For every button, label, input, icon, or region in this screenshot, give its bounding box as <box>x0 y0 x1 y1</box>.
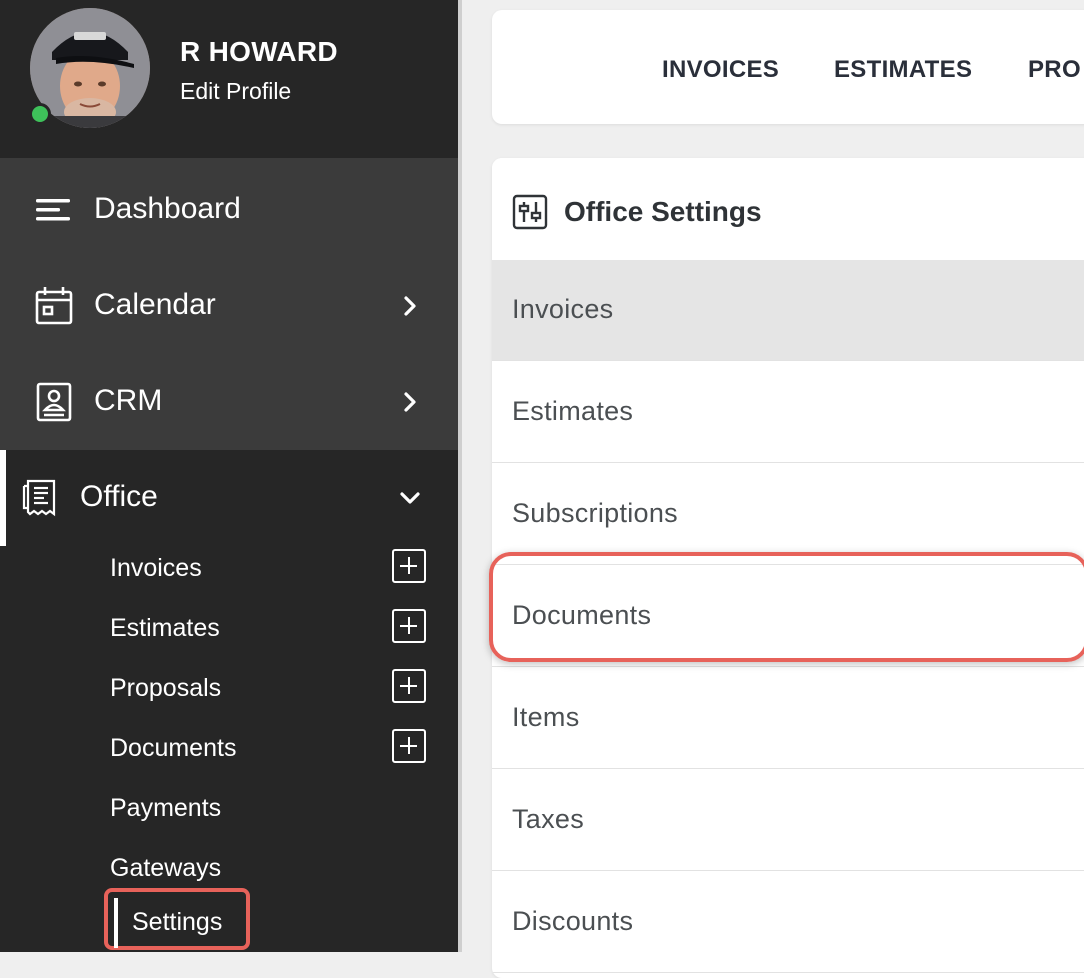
sidebar-item-office[interactable]: Office <box>0 450 458 546</box>
office-settings-card: Office Settings Invoices Estimates Subsc… <box>492 158 1084 978</box>
sidebar-item-label: CRM <box>94 384 163 417</box>
nav-top-section: Dashboard Calendar CRM <box>0 158 458 450</box>
receipt-icon <box>20 478 60 518</box>
chevron-right-icon <box>396 388 424 416</box>
row-label: Taxes <box>512 804 585 834</box>
sidebar-subitem-proposals[interactable]: Proposals <box>110 666 440 712</box>
online-status-dot <box>29 103 51 125</box>
contact-book-icon <box>34 382 74 422</box>
settings-row-documents[interactable]: Documents <box>492 566 1084 667</box>
subitem-label: Gateways <box>110 854 222 882</box>
settings-row-items[interactable]: Items <box>492 668 1084 769</box>
settings-row-subscriptions[interactable]: Subscriptions <box>492 464 1084 565</box>
profile-header: R HOWARD Edit Profile <box>0 0 458 158</box>
sidebar-item-calendar[interactable]: Calendar <box>0 258 458 354</box>
sliders-icon <box>512 194 548 230</box>
settings-row-estimates[interactable]: Estimates <box>492 362 1084 463</box>
row-label: Invoices <box>512 294 614 324</box>
sidebar-subitem-payments[interactable]: Payments <box>110 786 440 832</box>
edit-profile-link[interactable]: Edit Profile <box>180 78 291 105</box>
add-document-icon[interactable] <box>392 729 426 763</box>
sidebar: R HOWARD Edit Profile Dashboard Calendar… <box>0 0 458 952</box>
card-header: Office Settings <box>492 158 1084 261</box>
tab-proposals[interactable]: PRO <box>1028 56 1081 84</box>
row-label: Estimates <box>512 396 634 426</box>
chevron-right-icon <box>396 292 424 320</box>
add-estimate-icon[interactable] <box>392 609 426 643</box>
card-title: Office Settings <box>564 196 762 227</box>
active-indicator <box>114 898 118 948</box>
row-label: Documents <box>512 600 652 630</box>
top-tab-bar: INVOICES ESTIMATES PRO <box>492 10 1084 124</box>
subitem-label: Invoices <box>110 554 202 582</box>
add-proposal-icon[interactable] <box>392 669 426 703</box>
menu-lines-icon <box>34 190 74 230</box>
chevron-down-icon <box>396 484 424 512</box>
row-label: Subscriptions <box>512 498 678 528</box>
sidebar-item-label: Calendar <box>94 288 216 321</box>
active-indicator <box>0 450 6 546</box>
tab-estimates[interactable]: ESTIMATES <box>834 56 972 84</box>
profile-name: R HOWARD <box>180 36 338 67</box>
subitem-label: Estimates <box>110 614 220 642</box>
sidebar-divider <box>458 0 462 952</box>
sidebar-subitem-invoices[interactable]: Invoices <box>110 546 440 592</box>
sidebar-subitem-settings[interactable]: Settings <box>132 908 222 937</box>
sidebar-item-label: Dashboard <box>94 192 241 225</box>
settings-row-taxes[interactable]: Taxes <box>492 770 1084 871</box>
settings-row-discounts[interactable]: Discounts <box>492 872 1084 973</box>
add-invoice-icon[interactable] <box>392 549 426 583</box>
tab-invoices[interactable]: INVOICES <box>662 56 779 84</box>
sidebar-subitem-gateways[interactable]: Gateways <box>110 846 440 892</box>
subitem-label: Documents <box>110 734 237 762</box>
row-label: Items <box>512 702 580 732</box>
sidebar-subitem-documents[interactable]: Documents <box>110 726 440 772</box>
settings-row-invoices[interactable]: Invoices <box>492 260 1084 361</box>
calendar-icon <box>34 286 74 326</box>
sidebar-item-crm[interactable]: CRM <box>0 354 458 450</box>
sidebar-item-label: Office <box>80 480 158 513</box>
sidebar-subitem-estimates[interactable]: Estimates <box>110 606 440 652</box>
row-label: Discounts <box>512 906 634 936</box>
subitem-label: Payments <box>110 794 222 822</box>
subitem-label: Proposals <box>110 674 222 702</box>
sidebar-item-dashboard[interactable]: Dashboard <box>0 162 458 258</box>
